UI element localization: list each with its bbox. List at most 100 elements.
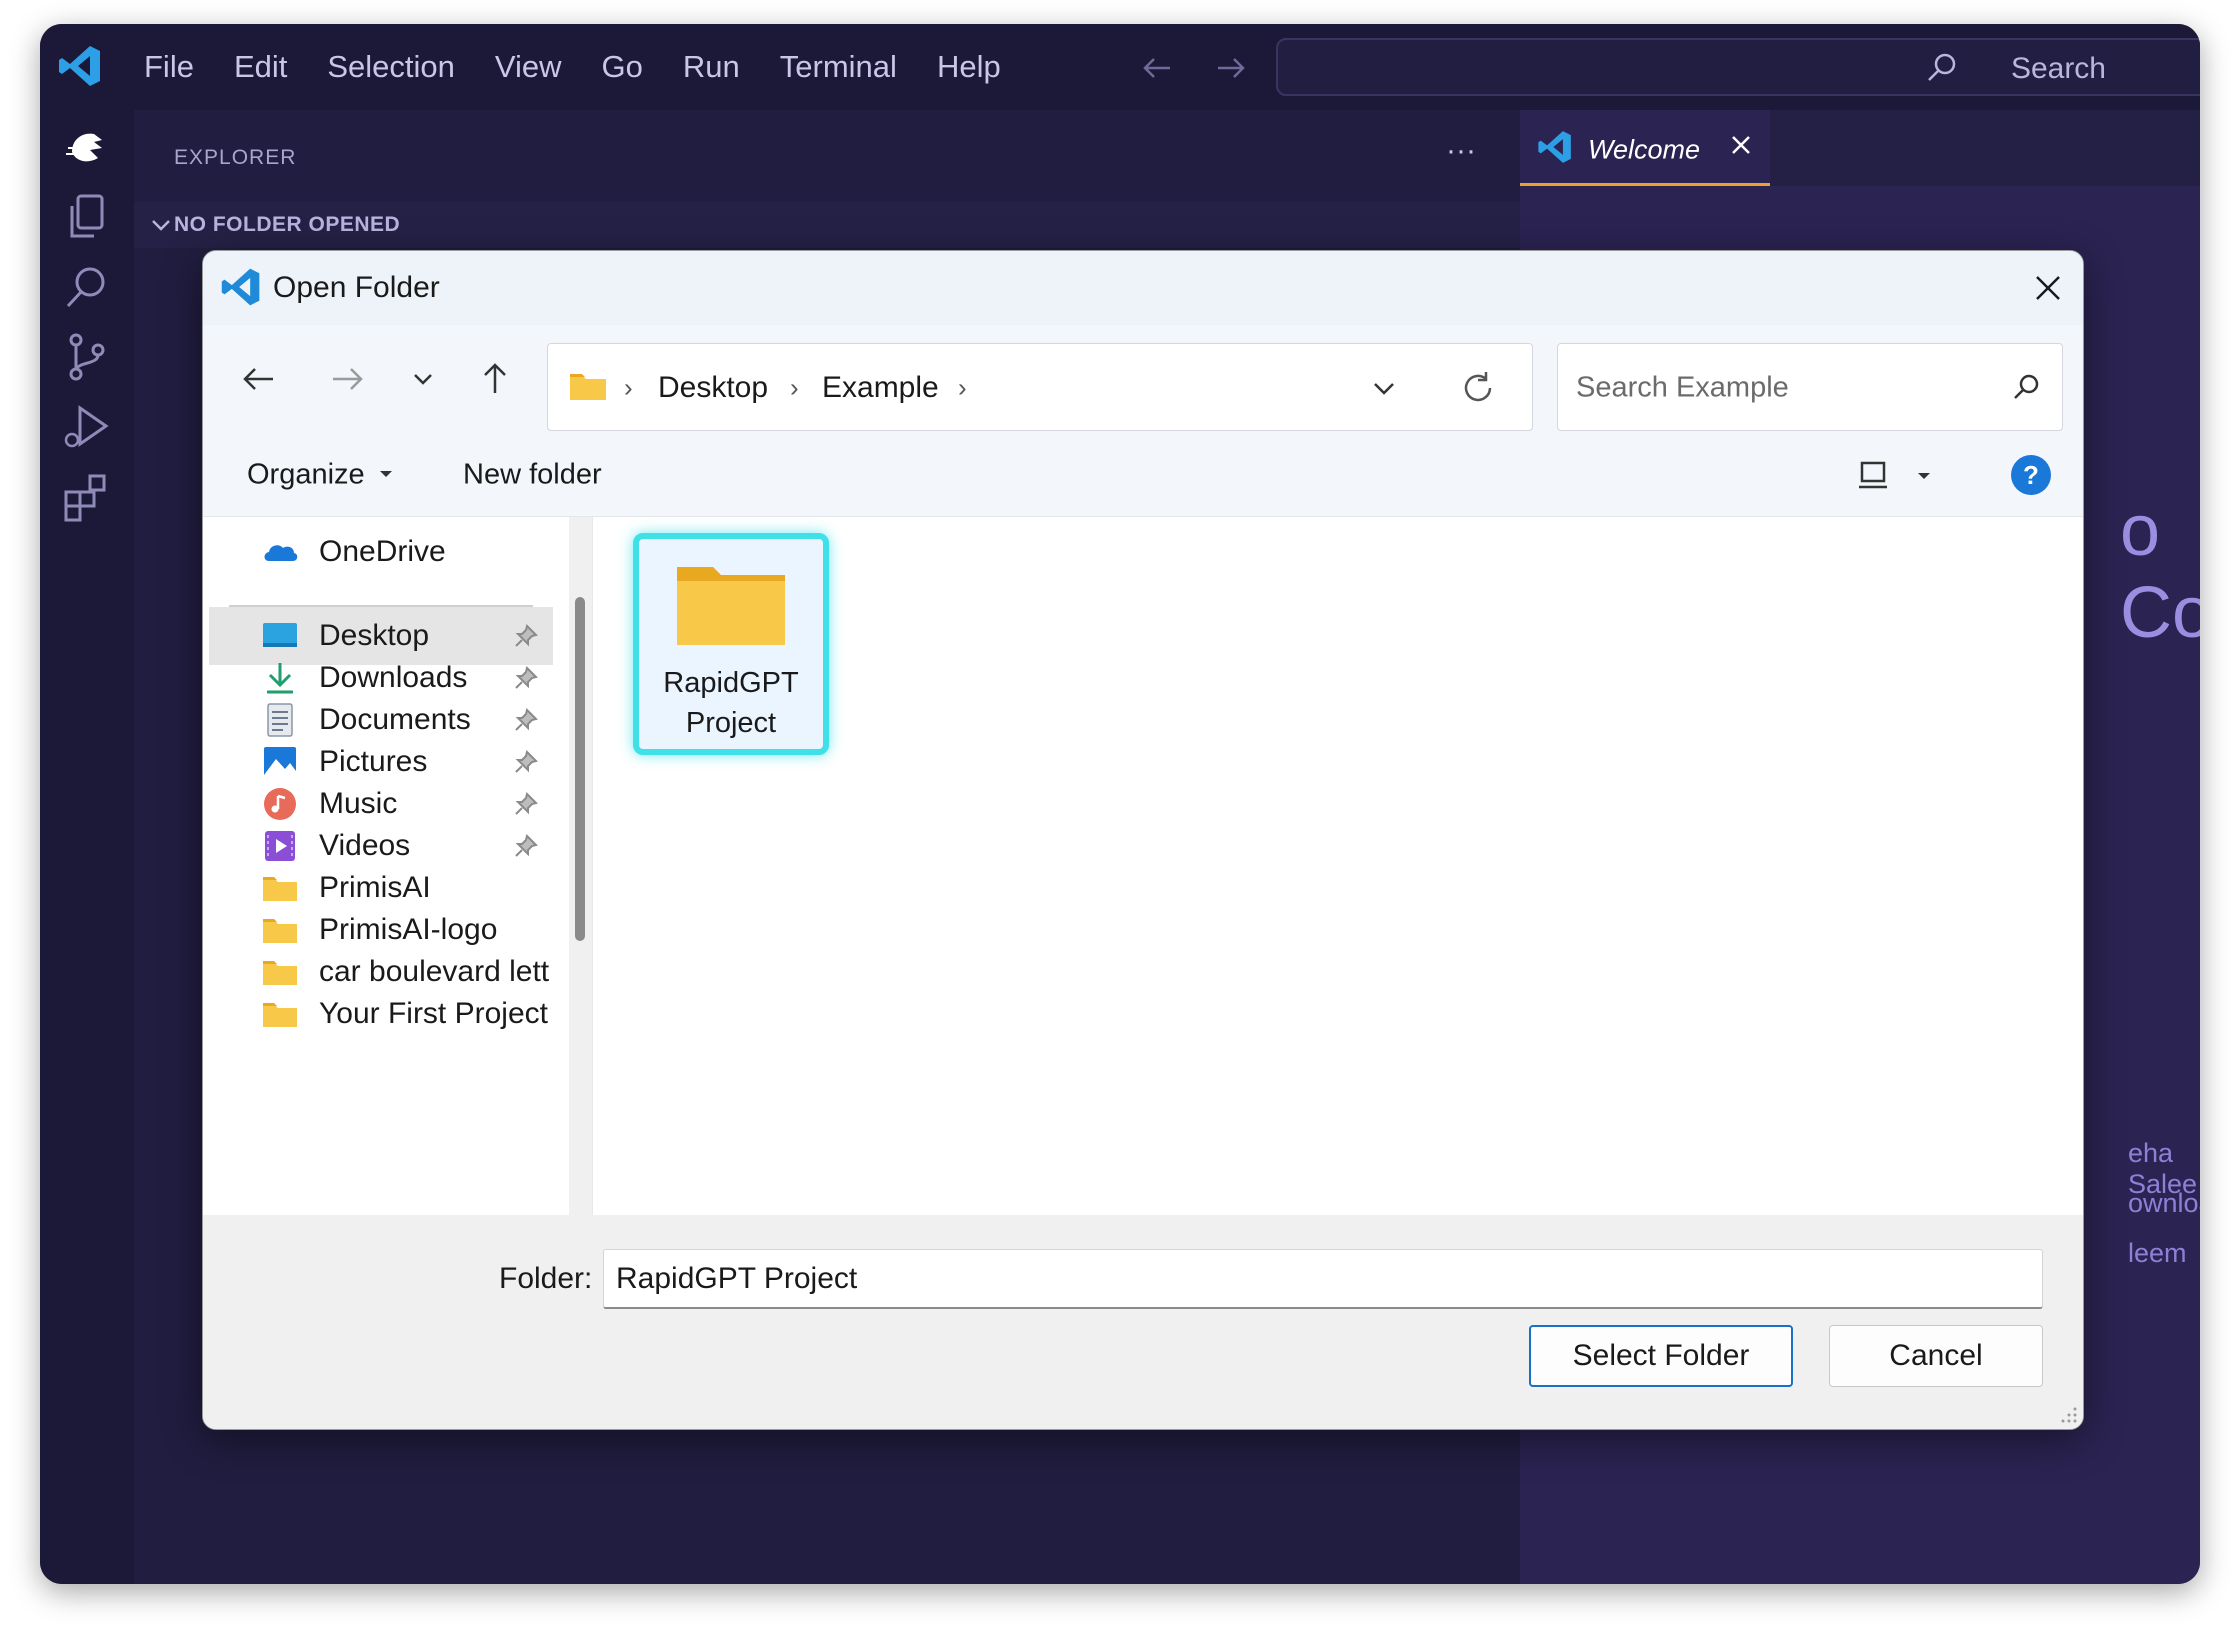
- menu-help[interactable]: Help: [937, 49, 1001, 85]
- editor-tab-strip: Welcome: [1520, 110, 2200, 186]
- menu-bar: File Edit Selection View Go Run Terminal…: [144, 24, 1041, 110]
- vscode-logo-icon: [59, 46, 100, 86]
- select-folder-button[interactable]: Select Folder: [1529, 1325, 1793, 1387]
- copilot-icon[interactable]: [58, 118, 116, 176]
- search-icon[interactable]: [2008, 370, 2044, 406]
- nav-label: Desktop: [319, 619, 430, 652]
- welcome-heading: o Co: [2120, 491, 2200, 653]
- title-bar: File Edit Selection View Go Run Terminal…: [40, 24, 2200, 110]
- back-arrow-icon[interactable]: [237, 357, 281, 401]
- menu-go[interactable]: Go: [602, 49, 643, 85]
- caret-down-icon[interactable]: [377, 467, 395, 481]
- command-bar: Organize New folder ?: [203, 433, 2083, 517]
- dialog-footer: Folder: Select Folder Cancel: [203, 1215, 2083, 1429]
- breadcrumb-example[interactable]: Example: [822, 371, 939, 405]
- more-actions-icon[interactable]: ···: [1446, 134, 1476, 168]
- chevron-down-icon: [152, 220, 170, 231]
- music-icon: [264, 788, 296, 820]
- organize-button[interactable]: Organize: [247, 459, 365, 492]
- breadcrumb-desktop[interactable]: Desktop: [658, 371, 768, 405]
- menu-run[interactable]: Run: [683, 49, 740, 85]
- close-icon[interactable]: [1726, 130, 1756, 160]
- pin-icon[interactable]: [513, 833, 539, 859]
- search-view-icon[interactable]: [58, 258, 116, 316]
- section-label: NO FOLDER OPENED: [174, 213, 401, 236]
- view-options-icon[interactable]: [1853, 455, 1893, 495]
- scrollbar-thumb[interactable]: [575, 597, 585, 941]
- vscode-logo-icon: [221, 268, 260, 306]
- desktop-icon: [263, 623, 297, 647]
- pin-icon[interactable]: [513, 749, 539, 775]
- refresh-icon[interactable]: [1458, 368, 1498, 408]
- chevron-down-icon[interactable]: [1368, 372, 1400, 404]
- help-icon[interactable]: ?: [2009, 453, 2053, 497]
- open-folder-dialog: Open Folder › Desktop › Example › Search…: [202, 250, 2084, 1430]
- menu-terminal[interactable]: Terminal: [780, 49, 897, 85]
- search-placeholder: Search Example: [1576, 371, 1789, 404]
- address-bar[interactable]: › Desktop › Example ›: [547, 343, 1533, 431]
- svg-text:?: ?: [2023, 460, 2039, 490]
- videos-icon: [265, 831, 295, 861]
- menu-selection[interactable]: Selection: [327, 49, 455, 85]
- navigation-pane: OneDrive Desktop Downloads Documents Pic…: [203, 517, 593, 1215]
- explorer-files-icon[interactable]: [58, 188, 116, 246]
- pin-icon[interactable]: [513, 665, 539, 691]
- recent-item[interactable]: leem: [2128, 1238, 2187, 1269]
- nav-scrollbar[interactable]: [569, 517, 592, 1215]
- tab-label: Welcome: [1588, 134, 1701, 165]
- close-icon[interactable]: [2031, 271, 2065, 305]
- search-icon: [1928, 53, 1956, 81]
- nav-label: car boulevard lett: [319, 955, 550, 988]
- downloads-icon: [267, 663, 293, 694]
- forward-arrow-icon[interactable]: [325, 357, 369, 401]
- nav-label: Documents: [319, 703, 471, 736]
- pin-icon[interactable]: [513, 623, 539, 649]
- onedrive-icon: [264, 545, 298, 561]
- no-folder-section-header[interactable]: NO FOLDER OPENED: [134, 202, 1520, 248]
- search-label: Search: [2010, 52, 2106, 85]
- run-debug-icon[interactable]: [58, 398, 116, 456]
- recent-locations-chevron-icon[interactable]: [401, 357, 445, 401]
- folder-icon: [263, 919, 297, 943]
- back-arrow-icon[interactable]: [1140, 50, 1176, 86]
- recent-item[interactable]: ownloads: [2128, 1188, 2200, 1219]
- cancel-button[interactable]: Cancel: [1829, 1325, 2043, 1387]
- documents-icon: [267, 703, 293, 737]
- menu-view[interactable]: View: [495, 49, 562, 85]
- breadcrumb-separator[interactable]: ›: [790, 373, 799, 404]
- explorer-title: EXPLORER: [174, 146, 297, 169]
- nav-label: Your First Project: [319, 997, 548, 1030]
- tab-welcome[interactable]: Welcome: [1520, 110, 1770, 186]
- command-center-search[interactable]: Search: [1276, 38, 2200, 96]
- new-folder-button[interactable]: New folder: [463, 459, 602, 492]
- menu-edit[interactable]: Edit: [234, 49, 287, 85]
- nav-item-onedrive[interactable]: OneDrive: [203, 523, 592, 581]
- forward-arrow-icon[interactable]: [1212, 50, 1248, 86]
- activity-bar: [40, 110, 134, 1584]
- folder-icon: [570, 374, 606, 400]
- nav-item-your-first-project[interactable]: Your First Project: [203, 985, 592, 1043]
- folder-icon: [677, 567, 785, 645]
- up-arrow-icon[interactable]: [473, 357, 517, 401]
- breadcrumb-separator[interactable]: ›: [624, 373, 633, 404]
- nav-label: PrimisAI-logo: [319, 913, 498, 946]
- menu-file[interactable]: File: [144, 49, 194, 85]
- breadcrumb-separator[interactable]: ›: [958, 373, 967, 404]
- folder-icon: [263, 877, 297, 901]
- pin-icon[interactable]: [513, 791, 539, 817]
- vscode-tab-icon: [1538, 131, 1571, 163]
- nav-label: Videos: [319, 829, 411, 862]
- pictures-icon: [264, 747, 296, 777]
- nav-label: Pictures: [319, 745, 428, 778]
- folder-name-input[interactable]: [603, 1249, 2043, 1309]
- caret-down-icon[interactable]: [1915, 469, 1933, 483]
- folder-item-label: RapidGPT Project: [663, 667, 799, 739]
- resize-grip-icon[interactable]: [2059, 1405, 2079, 1425]
- file-list: RapidGPT Project: [593, 517, 2083, 1215]
- pin-icon[interactable]: [513, 707, 539, 733]
- folder-item-rapidgpt-project[interactable]: RapidGPT Project: [633, 533, 829, 755]
- history-nav: [1140, 50, 1248, 86]
- source-control-icon[interactable]: [58, 328, 116, 386]
- extensions-icon[interactable]: [58, 468, 116, 526]
- search-input[interactable]: Search Example: [1557, 343, 2063, 431]
